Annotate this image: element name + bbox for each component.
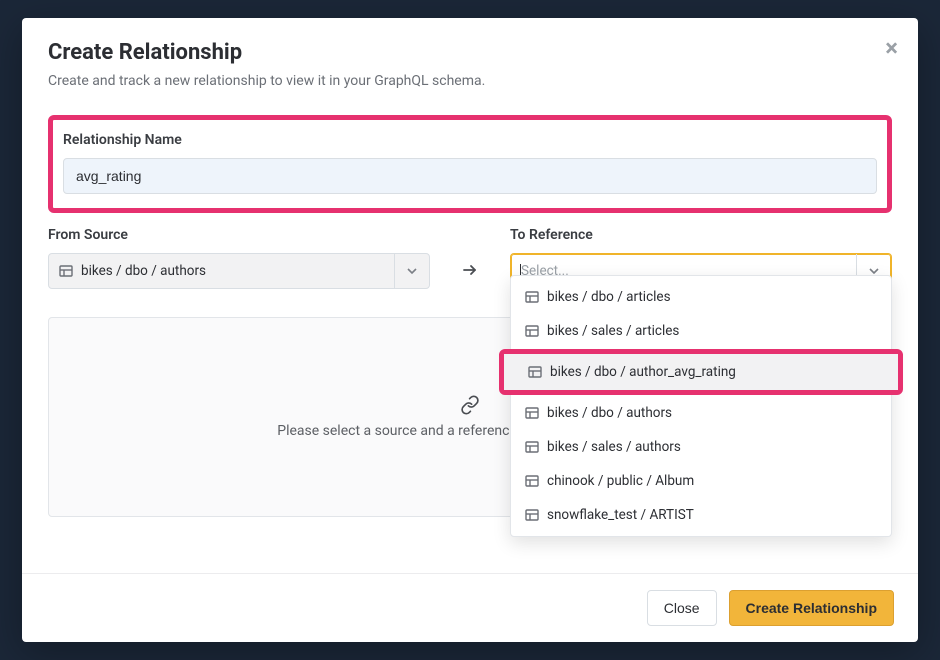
link-icon: [460, 395, 480, 415]
dropdown-option-label: bikes / sales / authors: [547, 439, 681, 455]
dropdown-option[interactable]: bikes / dbo / author_avg_rating: [504, 354, 898, 390]
dropdown-option-label: bikes / dbo / author_avg_rating: [550, 364, 736, 380]
create-relationship-button[interactable]: Create Relationship: [729, 590, 894, 626]
close-icon[interactable]: ×: [885, 36, 898, 60]
dropdown-option-label: bikes / dbo / articles: [547, 289, 671, 305]
modal-subtitle: Create and track a new relationship to v…: [48, 73, 892, 89]
table-icon: [525, 508, 539, 522]
modal-body: Relationship Name From Source bikes / db…: [22, 105, 918, 573]
to-reference-dropdown: bikes / dbo / articles bikes / sales / ar…: [510, 275, 892, 537]
table-icon: [528, 365, 542, 379]
from-source-value: bikes / dbo / authors: [81, 263, 206, 279]
relationship-name-input[interactable]: [63, 158, 877, 194]
chevron-down-icon: [394, 254, 419, 288]
dropdown-option-label: bikes / dbo / authors: [547, 405, 672, 421]
dropdown-option[interactable]: bikes / dbo / articles: [511, 280, 891, 314]
to-reference-label: To Reference: [510, 227, 892, 243]
modal-header: Create Relationship Create and track a n…: [22, 18, 918, 105]
relationship-name-label: Relationship Name: [63, 132, 877, 148]
dropdown-option[interactable]: bikes / sales / articles: [511, 314, 891, 348]
table-icon: [525, 324, 539, 338]
dropdown-option[interactable]: snowflake_test / ARTIST: [511, 498, 891, 532]
dropdown-option[interactable]: chinook / public / Album: [511, 464, 891, 498]
highlight-dropdown-option: bikes / dbo / author_avg_rating: [499, 349, 903, 395]
dropdown-option[interactable]: bikes / dbo / authors: [511, 396, 891, 430]
from-source-label: From Source: [48, 227, 430, 243]
table-icon: [525, 290, 539, 304]
table-icon: [59, 264, 73, 278]
dropdown-option-label: chinook / public / Album: [547, 473, 694, 489]
create-relationship-modal: Create Relationship Create and track a n…: [22, 18, 918, 642]
dropdown-option-label: snowflake_test / ARTIST: [547, 507, 694, 523]
table-icon: [525, 474, 539, 488]
table-icon: [525, 440, 539, 454]
table-icon: [525, 406, 539, 420]
modal-footer: Close Create Relationship: [22, 573, 918, 642]
highlight-name-field: Relationship Name: [48, 115, 892, 213]
dropdown-option-label: bikes / sales / articles: [547, 323, 679, 339]
dropdown-option[interactable]: bikes / sales / authors: [511, 430, 891, 464]
arrow-right-icon: [430, 227, 510, 279]
from-source-select[interactable]: bikes / dbo / authors: [48, 253, 430, 289]
modal-title: Create Relationship: [48, 40, 892, 65]
close-button[interactable]: Close: [647, 590, 717, 626]
